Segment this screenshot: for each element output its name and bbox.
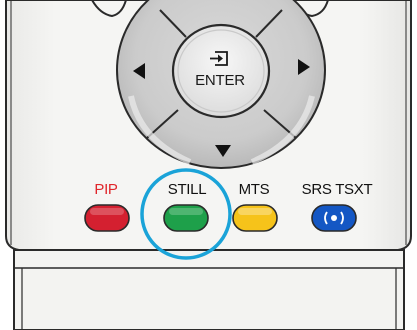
- still-highlight-circle: [140, 168, 232, 260]
- left-arrow-icon[interactable]: [131, 62, 147, 80]
- enter-icon: [210, 51, 228, 66]
- mts-label: MTS: [238, 181, 270, 198]
- pip-label: PIP: [94, 181, 118, 198]
- srs-tsxt-label: SRS TSXT: [301, 181, 373, 198]
- enter-button-label[interactable]: ENTER: [188, 73, 252, 89]
- mts-button[interactable]: [232, 204, 278, 232]
- remote-control-illustration: ENTER PIP STILL MTS SRS TSXT: [0, 0, 417, 330]
- pip-button[interactable]: [84, 204, 130, 232]
- right-arrow-icon[interactable]: [296, 58, 312, 76]
- srs-tsxt-button[interactable]: [311, 204, 357, 232]
- down-arrow-icon[interactable]: [214, 144, 232, 158]
